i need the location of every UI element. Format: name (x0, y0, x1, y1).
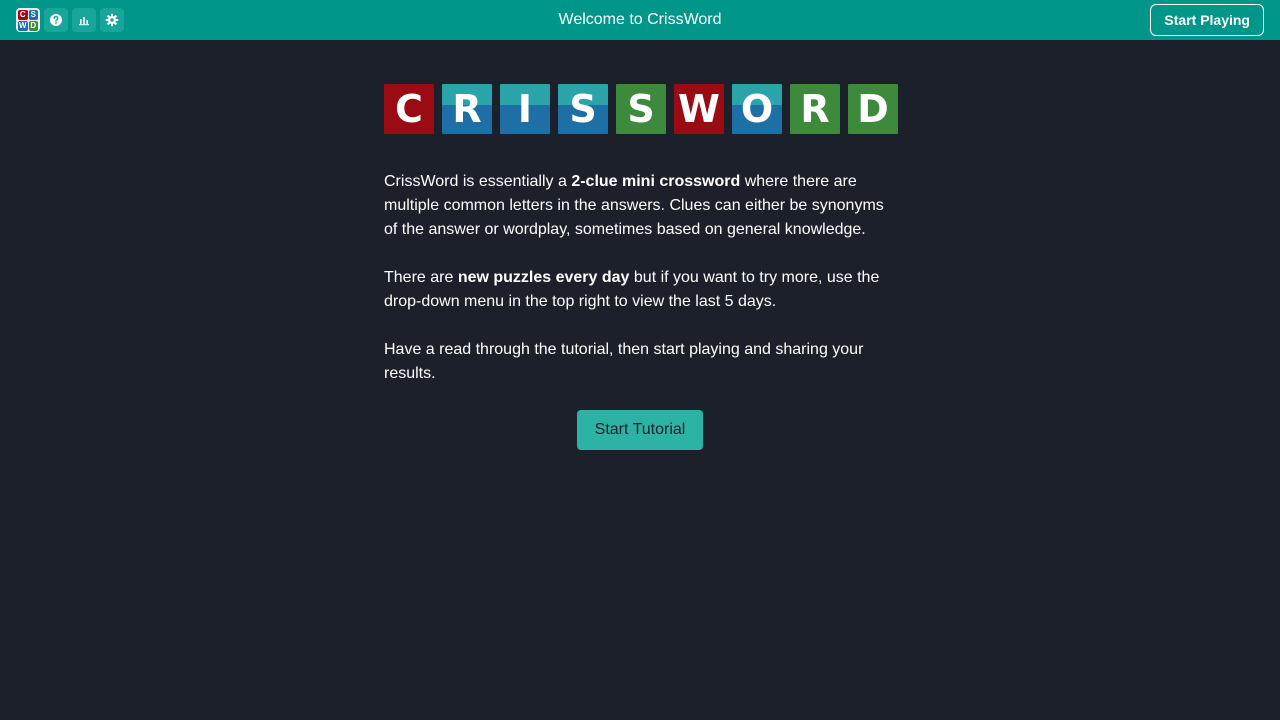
toolbar-left: C S W D (16, 8, 124, 32)
title-tile: C (384, 84, 434, 134)
logo-letter-c: C (18, 10, 28, 20)
title-tile-letter: C (395, 87, 423, 131)
title-tile-letter: S (627, 87, 655, 131)
intro-p2-bold: new puzzles every day (457, 269, 630, 286)
app-logo[interactable]: C S W D (16, 8, 40, 32)
settings-icon (105, 13, 119, 27)
stats-button[interactable] (72, 8, 96, 32)
stats-icon (79, 17, 89, 26)
logo-letter-w: W (18, 21, 28, 31)
title-tile-letter: W (678, 87, 720, 131)
title-tile: S (558, 84, 608, 134)
logo-letter-d: D (28, 21, 38, 31)
title-tile-letter: S (569, 87, 597, 131)
start-tutorial-button[interactable]: Start Tutorial (577, 410, 703, 450)
intro-p1-text-a: CrissWord is essentially a (384, 173, 572, 190)
intro-paragraph-2: There are new puzzles every day but if y… (384, 266, 896, 314)
title-tile: S (616, 84, 666, 134)
title-tile-letter: I (517, 87, 533, 131)
title-tile: D (848, 84, 898, 134)
title-tile: I (500, 84, 550, 134)
help-icon (50, 14, 62, 26)
intro-p1-bold: 2-clue mini crossword (571, 173, 741, 190)
intro-paragraph-3: Have a read through the tutorial, then s… (384, 341, 864, 382)
logo-letter-s: S (28, 10, 38, 20)
title-tile: R (790, 84, 840, 134)
crissword-title-tiles: CRISSWORD (384, 84, 898, 134)
page-title: Welcome to CrissWord (558, 11, 722, 28)
title-tile-letter: R (800, 87, 830, 131)
intro-text: CrissWord is essentially a 2-clue mini c… (384, 170, 896, 410)
title-tile-letter: D (857, 87, 889, 131)
title-tile-letter: R (452, 87, 482, 131)
top-bar: C S W D Welcome to CrissWord Start Playi… (0, 0, 1280, 40)
start-playing-button[interactable]: Start Playing (1150, 4, 1264, 36)
title-tile: O (732, 84, 782, 134)
title-tile: W (674, 84, 724, 134)
settings-button[interactable] (100, 8, 124, 32)
intro-p2-text-a: There are (384, 269, 458, 286)
title-tile: R (442, 84, 492, 134)
help-button[interactable] (44, 8, 68, 32)
intro-paragraph-1: CrissWord is essentially a 2-clue mini c… (384, 170, 896, 242)
title-tile-letter: O (740, 87, 774, 131)
